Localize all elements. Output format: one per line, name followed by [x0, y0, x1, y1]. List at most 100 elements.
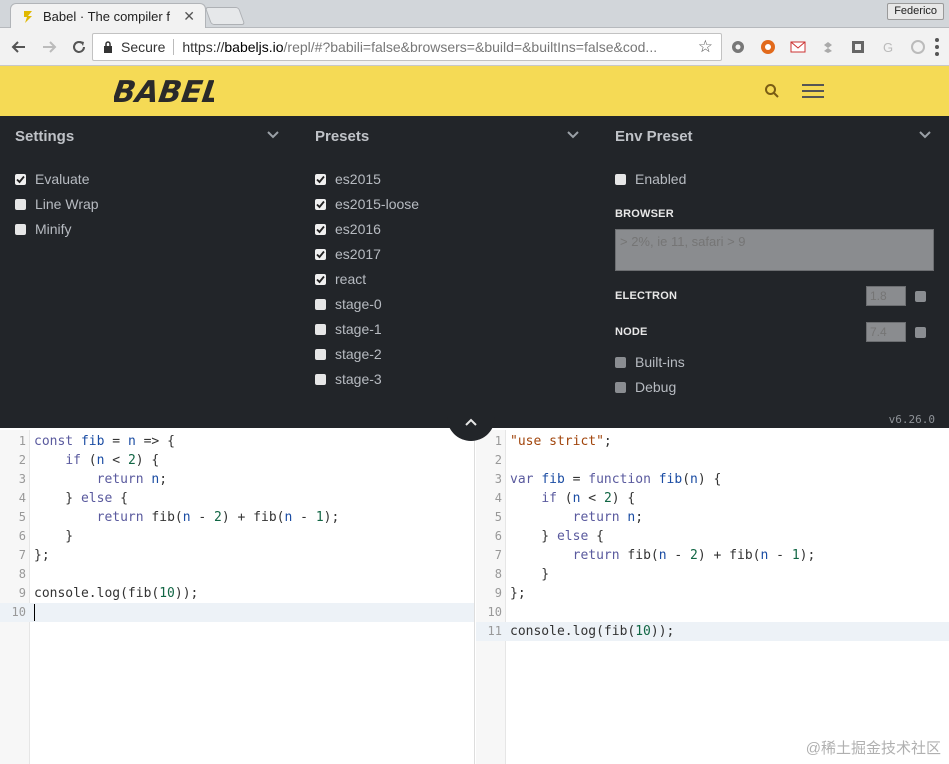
extension-gear-icon[interactable] — [728, 37, 748, 57]
code-line: 1 "use strict"; — [494, 434, 612, 449]
address-bar[interactable]: Secure https://babeljs.io/repl/#?babili=… — [92, 33, 722, 61]
electron-version-input[interactable] — [866, 286, 906, 306]
settings-chevron-down-icon[interactable] — [266, 128, 280, 142]
extension-mail-icon[interactable] — [788, 37, 808, 57]
extension-shield-icon[interactable] — [758, 37, 778, 57]
code-line: 8 — [18, 567, 26, 581]
checkbox-builtins[interactable] — [615, 356, 626, 368]
settings-title[interactable]: Settings — [15, 128, 74, 145]
code-line: 7}; — [18, 548, 50, 563]
code-line: 2 if (n < 2) { — [18, 453, 160, 468]
extension-dropbox-icon[interactable] — [818, 37, 838, 57]
lock-icon — [101, 40, 115, 54]
code-line: 3 return n; — [18, 472, 168, 487]
watermark: @稀土掘金技术社区 — [805, 740, 941, 757]
presets-title[interactable]: Presets — [315, 128, 369, 145]
option-label: react — [335, 271, 367, 287]
url-text: https://babeljs.io/repl/#?babili=false&b… — [182, 39, 691, 55]
code-line: 4 if (n < 2) { — [494, 491, 636, 506]
browser-label: BROWSER — [615, 208, 674, 220]
settings-option-evaluate[interactable]: Evaluate — [15, 171, 89, 187]
checkbox-node[interactable] — [915, 327, 926, 338]
preset-react[interactable]: react — [315, 271, 366, 287]
code-line: 3 var fib = function fib(n) { — [494, 472, 722, 487]
tab-close-icon[interactable]: ✕ — [183, 8, 195, 25]
code-line-active: 11 console.log(fib(10)); — [476, 622, 949, 641]
checkbox-env-enabled[interactable] — [615, 173, 626, 185]
profile-button[interactable]: Federico — [887, 3, 944, 20]
checkbox-stage-0[interactable] — [315, 298, 326, 310]
output-code-editor[interactable]: 1 "use strict"; 2 3 var fib = function fib… — [476, 430, 949, 764]
settings-option-line-wrap[interactable]: Line Wrap — [15, 196, 99, 212]
preset-es2016[interactable]: es2016 — [315, 221, 381, 237]
search-icon[interactable] — [764, 83, 780, 99]
node-version-input[interactable] — [866, 322, 906, 342]
extension-circle-icon[interactable] — [908, 37, 928, 57]
option-label: Minify — [35, 221, 72, 237]
text-cursor — [34, 604, 35, 621]
env-debug-option[interactable]: Debug — [615, 379, 676, 395]
babel-header: BABEL — [0, 66, 949, 116]
checkbox-es2016[interactable] — [315, 223, 326, 235]
code-line: 6 } else { — [494, 529, 604, 544]
checkbox-stage-3[interactable] — [315, 373, 326, 385]
env-chevron-down-icon[interactable] — [918, 128, 932, 142]
browser-input[interactable] — [615, 229, 934, 271]
input-code-editor[interactable]: 1 const fib = n => { 2 if (n < 2) { 3 ret… — [0, 430, 475, 764]
tab-title: Babel · The compiler f — [43, 9, 170, 24]
code-line: 2 — [494, 453, 502, 467]
option-label: es2016 — [335, 221, 381, 237]
menu-icon[interactable] — [802, 84, 824, 98]
code-line-active: 10 — [0, 603, 474, 622]
code-line: 5 return n; — [494, 510, 644, 525]
browser-tab-bar: Babel · The compiler f ✕ Federico — [0, 0, 949, 29]
babel-favicon-icon — [21, 10, 35, 24]
checkbox-debug[interactable] — [615, 381, 626, 393]
checkbox-es2017[interactable] — [315, 248, 326, 260]
checkbox-minify[interactable] — [15, 223, 26, 235]
browser-toolbar: Secure https://babeljs.io/repl/#?babili=… — [0, 28, 949, 66]
option-label: stage-1 — [335, 321, 382, 337]
preset-es2017[interactable]: es2017 — [315, 246, 381, 262]
forward-icon[interactable] — [38, 36, 60, 58]
env-enabled-option[interactable]: Enabled — [615, 171, 686, 187]
preset-stage-2[interactable]: stage-2 — [315, 346, 382, 362]
electron-label: ELECTRON — [615, 290, 678, 302]
checkbox-react[interactable] — [315, 273, 326, 285]
reload-icon[interactable] — [68, 36, 90, 58]
option-label: es2017 — [335, 246, 381, 262]
url-path: /repl/#?babili=false&browsers=&build=&bu… — [283, 39, 658, 55]
preset-stage-3[interactable]: stage-3 — [315, 371, 382, 387]
checkbox-evaluate[interactable] — [15, 173, 26, 185]
browser-tab[interactable]: Babel · The compiler f ✕ — [10, 3, 206, 29]
presets-chevron-down-icon[interactable] — [566, 128, 580, 142]
env-builtins-option[interactable]: Built-ins — [615, 354, 685, 370]
babel-logo[interactable]: BABEL — [110, 70, 223, 115]
chevron-up-icon — [465, 418, 477, 426]
extension-square-icon[interactable] — [848, 37, 868, 57]
code-line: 4 } else { — [18, 491, 128, 506]
option-label: es2015-loose — [335, 196, 420, 212]
checkbox-es2015[interactable] — [315, 173, 326, 185]
option-label: Built-ins — [635, 354, 685, 370]
code-line: 9 console.log(fib(10)); — [18, 586, 199, 601]
checkbox-electron[interactable] — [915, 291, 926, 302]
back-icon[interactable] — [8, 36, 30, 58]
settings-option-minify[interactable]: Minify — [15, 221, 72, 237]
checkbox-es2015-loose[interactable] — [315, 198, 326, 210]
checkbox-line-wrap[interactable] — [15, 198, 26, 210]
preset-stage-0[interactable]: stage-0 — [315, 296, 382, 312]
preset-stage-1[interactable]: stage-1 — [315, 321, 382, 337]
omnibox-divider — [173, 39, 175, 55]
checkbox-stage-1[interactable] — [315, 323, 326, 335]
preset-es2015[interactable]: es2015 — [315, 171, 381, 187]
new-tab-button[interactable] — [204, 7, 246, 25]
bookmark-star-icon[interactable]: ☆ — [698, 37, 713, 57]
secure-label: Secure — [121, 39, 166, 55]
checkbox-stage-2[interactable] — [315, 348, 326, 360]
preset-es2015-loose[interactable]: es2015-loose — [315, 196, 419, 212]
settings-panel: Settings Evaluate Line Wrap Minify Prese… — [0, 116, 949, 428]
env-preset-title[interactable]: Env Preset — [615, 128, 693, 145]
extension-google-icon[interactable]: G — [878, 37, 898, 57]
browser-menu-icon[interactable] — [935, 38, 939, 56]
